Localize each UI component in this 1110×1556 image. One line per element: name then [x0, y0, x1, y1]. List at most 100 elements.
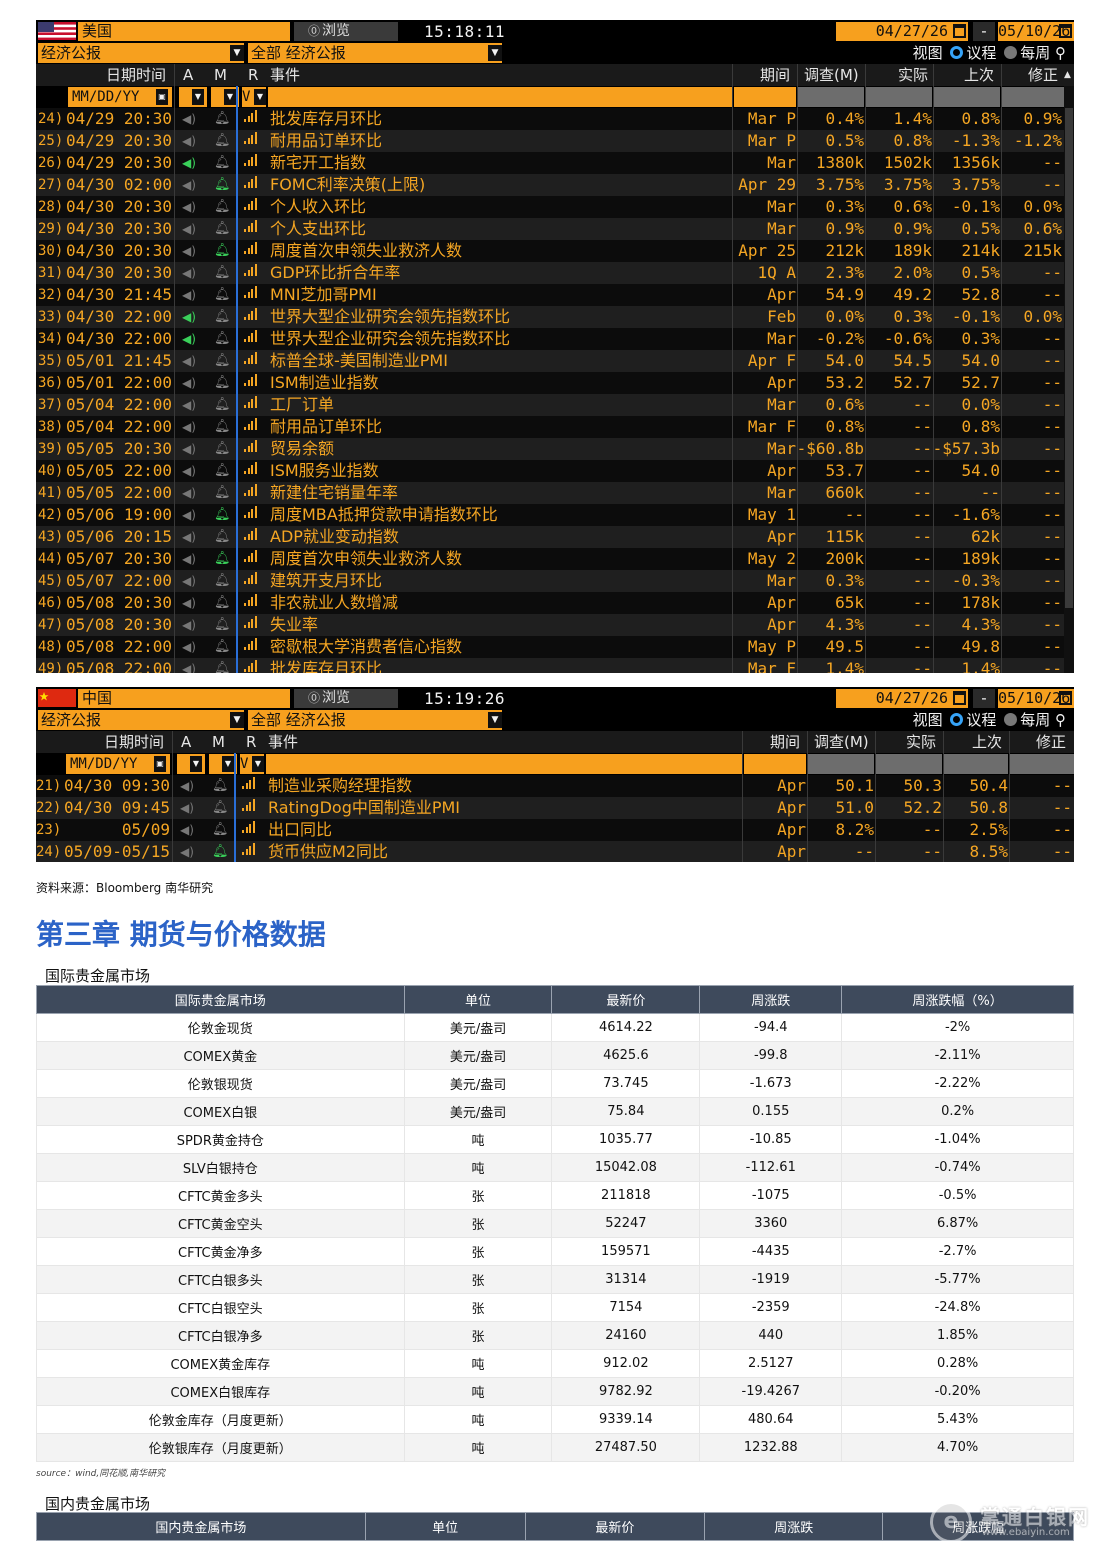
speaker-icon[interactable]: ◀)	[182, 108, 196, 130]
filter-revised[interactable]	[1002, 87, 1064, 107]
bell-icon[interactable]: 🔔︎	[214, 438, 231, 460]
chevron-down-icon[interactable]: ▼	[488, 45, 502, 61]
event-row[interactable]: 22) 04/30 09:45 ◀) 🔔︎ RatingDog中国制造业PMI Apr 51…	[36, 797, 1074, 819]
settings-icon[interactable]: ⚲	[1055, 711, 1066, 729]
event-row[interactable]: 23) 05/09 ◀) 🔔︎ 出口同比 Apr 8.2% -- 2.5% --	[36, 819, 1074, 841]
event-name[interactable]: MNI芝加哥PMI	[270, 284, 377, 306]
bell-icon[interactable]: 🔔︎	[214, 548, 231, 570]
calendar-icon[interactable]: ▣	[154, 756, 166, 772]
scrollbar-thumb[interactable]	[1065, 108, 1073, 608]
bell-icon[interactable]: 🔔︎	[214, 570, 231, 592]
bell-icon[interactable]: 🔔︎	[214, 262, 231, 284]
event-row[interactable]: 41) 05/05 22:00 ◀) 🔔︎ 新建住宅销量年率 Mar 660k -- -- --	[36, 482, 1074, 504]
col-period[interactable]: 期间	[760, 64, 790, 86]
speaker-icon[interactable]: ◀)	[182, 416, 196, 438]
radio-weekly[interactable]	[1004, 46, 1018, 59]
event-name[interactable]: 工厂订单	[270, 394, 334, 416]
speaker-icon[interactable]: ◀)	[182, 328, 196, 350]
bell-icon[interactable]: 🔔︎	[214, 196, 231, 218]
filter-period[interactable]	[744, 754, 806, 774]
bell-icon[interactable]: 🔔︎	[214, 460, 231, 482]
event-name[interactable]: 周度首次申领失业救济人数	[270, 548, 462, 570]
bell-icon[interactable]: 🔔︎	[214, 614, 231, 636]
bell-icon[interactable]: 🔔︎	[214, 284, 231, 306]
speaker-icon[interactable]: ◀)	[182, 504, 196, 526]
filter-survey[interactable]	[808, 754, 874, 774]
event-name[interactable]: 耐用品订单环比	[270, 130, 382, 152]
col-m[interactable]: M	[212, 731, 225, 753]
event-row[interactable]: 28) 04/30 20:30 ◀) 🔔︎ 个人收入环比 Mar 0.3% 0.6% -0.1%…	[36, 196, 1074, 218]
event-name[interactable]: 新建住宅销量年率	[270, 482, 398, 504]
calendar-icon[interactable]	[1059, 691, 1072, 705]
event-row[interactable]: 44) 05/07 20:30 ◀) 🔔︎ 周度首次申领失业救济人数 May 2 200k -…	[36, 548, 1074, 570]
speaker-icon[interactable]: ◀)	[182, 130, 196, 152]
col-actual[interactable]: 实际	[898, 64, 928, 86]
event-name[interactable]: 周度MBA抵押贷款申请指数环比	[270, 504, 498, 526]
event-name[interactable]: ISM服务业指数	[270, 460, 379, 482]
bell-icon[interactable]: 🔔︎	[214, 482, 231, 504]
speaker-icon[interactable]: ◀)	[182, 614, 196, 636]
bell-icon[interactable]: 🔔︎	[214, 636, 231, 658]
event-filter-select[interactable]: 全部 经济公报 ▼	[248, 43, 502, 63]
chevron-down-icon[interactable]: ▼	[224, 89, 236, 105]
event-name[interactable]: 新宅开工指数	[270, 152, 366, 174]
event-row[interactable]: 38) 05/04 22:00 ◀) 🔔︎ 耐用品订单环比 Mar F 0.8% -- 0.8%…	[36, 416, 1074, 438]
col-datetime[interactable]: 日期时间	[104, 731, 164, 753]
chevron-down-icon[interactable]: ▼	[252, 756, 264, 772]
bell-icon[interactable]: 🔔︎	[212, 775, 229, 797]
col-revised[interactable]: 修正	[1036, 731, 1066, 753]
speaker-icon[interactable]: ◀)	[182, 174, 196, 196]
filter-actual[interactable]	[866, 87, 932, 107]
chevron-down-icon[interactable]: ▼	[254, 89, 266, 105]
bell-icon[interactable]: 🔔︎	[214, 130, 231, 152]
speaker-icon[interactable]: ◀)	[182, 350, 196, 372]
event-row[interactable]: 39) 05/05 20:30 ◀) 🔔︎ 贸易余额 Mar -$60.8b -- -$57.3…	[36, 438, 1074, 460]
col-a[interactable]: A	[181, 731, 191, 753]
event-name[interactable]: 建筑开支月环比	[270, 570, 382, 592]
event-name[interactable]: 世界大型企业研究会领先指数环比	[270, 306, 510, 328]
speaker-icon[interactable]: ◀)	[182, 152, 196, 174]
category-select[interactable]: 经济公报 ▼	[38, 710, 244, 730]
col-event[interactable]: 事件	[268, 731, 298, 753]
speaker-icon[interactable]: ◀)	[182, 526, 196, 548]
bell-icon[interactable]: 🔔︎	[214, 372, 231, 394]
bell-icon[interactable]: 🔔︎	[214, 108, 231, 130]
speaker-icon[interactable]: ◀)	[182, 636, 196, 658]
col-survey[interactable]: 调查(M)	[814, 731, 869, 753]
col-datetime[interactable]: 日期时间	[106, 64, 166, 86]
filter-prior[interactable]	[944, 754, 1008, 774]
col-actual[interactable]: 实际	[906, 731, 936, 753]
speaker-icon[interactable]: ◀)	[182, 262, 196, 284]
event-row[interactable]: 24) 04/29 20:30 ◀) 🔔︎ 批发库存月环比 Mar P 0.4% 1.4% 0.…	[36, 108, 1074, 130]
speaker-icon[interactable]: ◀)	[182, 284, 196, 306]
speaker-icon[interactable]: ◀)	[182, 460, 196, 482]
event-row[interactable]: 45) 05/07 22:00 ◀) 🔔︎ 建筑开支月环比 Mar 0.3% -- -0.3% -…	[36, 570, 1074, 592]
event-name[interactable]: 个人收入环比	[270, 196, 366, 218]
event-name[interactable]: 非农就业人数增减	[270, 592, 398, 614]
bell-icon[interactable]: 🔔︎	[214, 240, 231, 262]
filter-prior[interactable]	[934, 87, 1000, 107]
event-row[interactable]: 47) 05/08 20:30 ◀) 🔔︎ 失业率 Apr 4.3% -- 4.3% --	[36, 614, 1074, 636]
filter-survey[interactable]	[798, 87, 864, 107]
country-field[interactable]: 美国	[78, 22, 290, 41]
event-row[interactable]: 35) 05/01 21:45 ◀) 🔔︎ 标普全球-美国制造业PMI Apr F 54.0…	[36, 350, 1074, 372]
speaker-icon[interactable]: ◀)	[180, 841, 194, 862]
chevron-down-icon[interactable]: ▼	[230, 45, 244, 61]
date-to-field[interactable]: 05/10/26	[998, 689, 1074, 708]
settings-icon[interactable]: ⚲	[1055, 44, 1066, 62]
speaker-icon[interactable]: ◀)	[182, 548, 196, 570]
bell-icon[interactable]: 🔔︎	[214, 328, 231, 350]
browse-button[interactable]: ⓪ 浏览	[294, 22, 398, 41]
speaker-icon[interactable]: ◀)	[180, 775, 194, 797]
filter-event[interactable]	[268, 87, 732, 107]
event-row[interactable]: 48) 05/08 22:00 ◀) 🔔︎ 密歇根大学消费者信心指数 May P 49.5 -…	[36, 636, 1074, 658]
bell-icon[interactable]: 🔔︎	[214, 152, 231, 174]
speaker-icon[interactable]: ◀)	[182, 658, 196, 673]
event-name[interactable]: 世界大型企业研究会领先指数环比	[270, 328, 510, 350]
bell-icon[interactable]: 🔔︎	[212, 797, 229, 819]
speaker-icon[interactable]: ◀)	[182, 196, 196, 218]
bell-icon[interactable]: 🔔︎	[214, 306, 231, 328]
event-row[interactable]: 24) 05/09-05/15 ◀) 🔔︎ 货币供应M2同比 Apr -- -- 8.5% --	[36, 841, 1074, 862]
chevron-down-icon[interactable]: ▼	[190, 756, 202, 772]
event-name[interactable]: 制造业采购经理指数	[268, 775, 412, 797]
